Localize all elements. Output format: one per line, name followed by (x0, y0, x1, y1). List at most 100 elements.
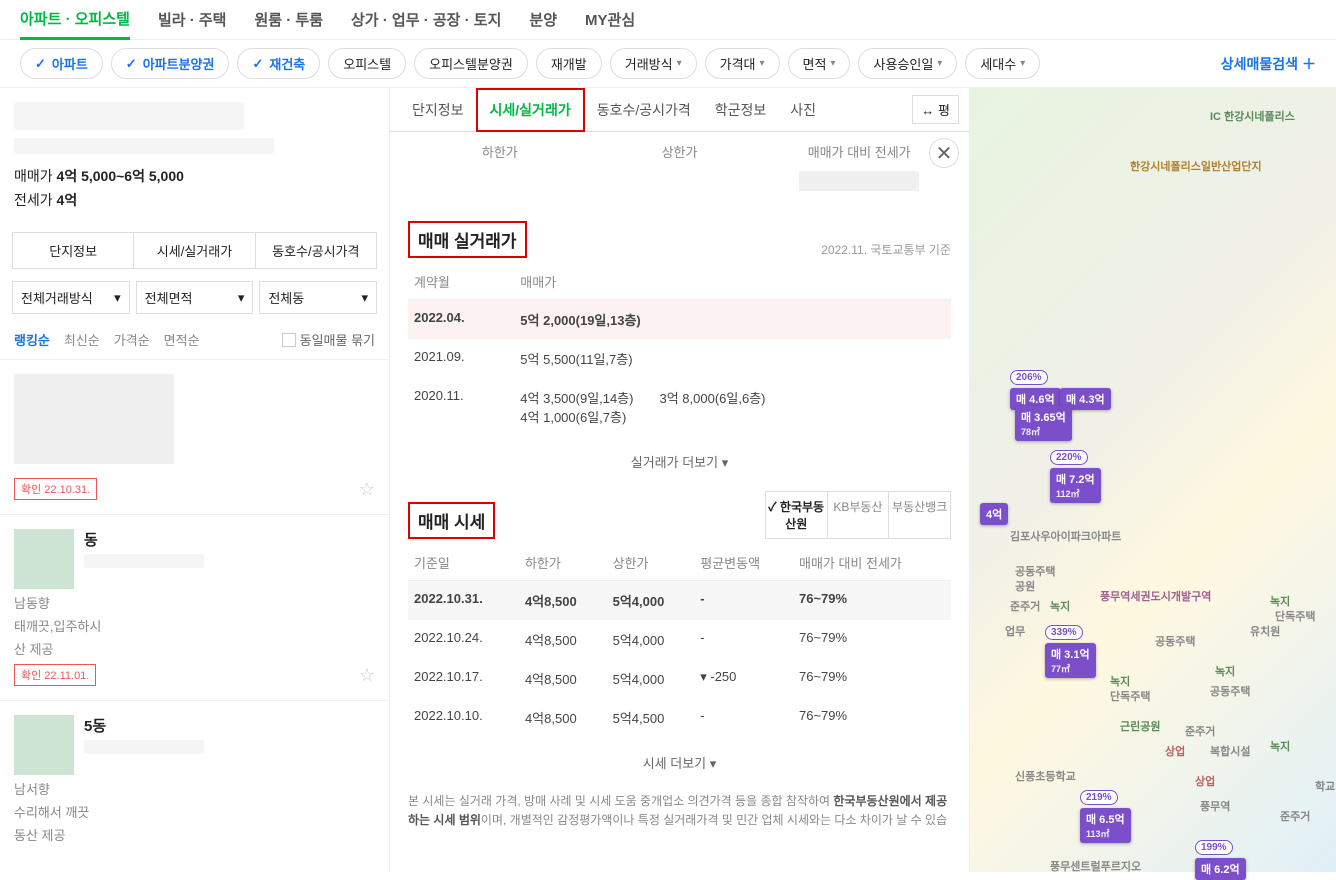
detail-search-button[interactable]: 상세매물검색 ＋ (1221, 54, 1316, 74)
filter-dealtype[interactable]: 거래방식▾ (610, 48, 697, 79)
map-panel[interactable]: 206%매 4.6억매 4.3억매 3.65억78㎡220%매 7.2억112㎡… (970, 88, 1336, 872)
select-area[interactable]: 전체면적▾ (136, 281, 254, 314)
table-row: 2022.10.24.4억8,5005억4,000-76~79% (408, 620, 951, 659)
listing-item[interactable]: 동 남동향 태깨끗,입주하시 산 제공 확인 22.11.01. ☆ (0, 514, 389, 700)
chevron-down-icon: ▾ (722, 455, 729, 470)
map-area-label: 공원 (1015, 578, 1035, 594)
filter-apt-presale[interactable]: 아파트분양권 (111, 48, 230, 79)
map-area-label: 공동주택 (1155, 633, 1195, 649)
listing-item[interactable]: 5동 남서향 수리해서 깨끗 동산 제공 (0, 700, 389, 858)
real-more-button[interactable]: 실거래가 더보기 ▾ (390, 442, 969, 481)
sise-more-button[interactable]: 시세 더보기 ▾ (390, 743, 969, 782)
ctab-dongho[interactable]: 동호수/공시가격 (585, 88, 703, 132)
ctab-school[interactable]: 학군정보 (703, 88, 779, 132)
price-change-badge: 219% (1080, 790, 1118, 805)
map-price-marker[interactable]: 4억 (980, 503, 1008, 525)
listing-desc: 수리해서 깨끗 (14, 802, 375, 821)
left-tabs: 단지정보 시세/실거래가 동호수/공시가격 (12, 232, 377, 269)
nav-oneroom[interactable]: 원룸 · 투룸 (254, 1, 323, 38)
left-tab-sise[interactable]: 시세/실거래가 (134, 233, 255, 268)
map-area-label: 복합시설 (1210, 743, 1250, 759)
pyeong-toggle[interactable]: ↔ 평 (912, 95, 959, 124)
table-row: 2022.10.10.4억8,5005억4,500-76~79% (408, 698, 951, 737)
filter-officetel-presale[interactable]: 오피스텔분양권 (414, 48, 528, 79)
nav-apt-officetel[interactable]: 아파트 · 오피스텔 (20, 0, 130, 40)
chevron-down-icon: ▾ (238, 290, 245, 306)
close-panel-button[interactable]: ✕ (929, 138, 959, 168)
map-price-marker[interactable]: 매 3.65억78㎡ (1015, 406, 1072, 441)
filter-households[interactable]: 세대수▾ (965, 48, 1040, 79)
plus-icon: ＋ (1302, 54, 1316, 74)
map-area-label: 녹지 (1110, 673, 1130, 689)
left-tab-dongho[interactable]: 동호수/공시가격 (256, 233, 376, 268)
filter-bar: 아파트 아파트분양권 재건축 오피스텔 오피스텔분양권 재개발 거래방식▾ 가격… (0, 40, 1336, 88)
map-area-label: 단독주택 (1110, 688, 1150, 704)
favorite-star-icon[interactable]: ☆ (359, 665, 375, 686)
map-area-label: 준주거 (1010, 598, 1040, 614)
listing-thumb (14, 529, 74, 589)
map-area-label: 녹지 (1270, 593, 1290, 609)
map-price-marker[interactable]: 매 7.2억112㎡ (1050, 468, 1101, 503)
filter-approval[interactable]: 사용승인일▾ (858, 48, 957, 79)
left-tab-info[interactable]: 단지정보 (13, 233, 134, 268)
ctab-sise[interactable]: 시세/실거래가 (476, 88, 585, 132)
map-area-label: 준주거 (1280, 808, 1310, 824)
filter-price[interactable]: 가격대▾ (705, 48, 780, 79)
chevron-down-icon: ▾ (361, 290, 368, 306)
detail-panel: 단지정보 시세/실거래가 동호수/공시가격 학군정보 사진 ↔ 평 ✕ 하한가 … (390, 88, 970, 872)
map-area-label: 풍무역 (1200, 798, 1230, 814)
table-row: 2021.09.5억 5,500(11일,7층) (408, 339, 951, 378)
table-row: 2022.04.5억 2,000(19일,13층) (408, 300, 951, 340)
listing-item[interactable]: 확인 22.10.31. ☆ (0, 359, 389, 514)
chevron-down-icon: ▾ (710, 756, 717, 771)
section-sise-title: 매매 시세 (408, 502, 495, 539)
section-real-source: 2022.11. 국토교통부 기준 (821, 241, 951, 258)
sort-area[interactable]: 면적순 (164, 330, 200, 349)
filter-officetel[interactable]: 오피스텔 (328, 48, 406, 79)
price-change-badge: 220% (1050, 450, 1088, 465)
map-area-label: 풍무역세권도시개발구역 (1100, 588, 1211, 604)
map-area-label: 업무 (1005, 623, 1025, 639)
chevron-down-icon: ▾ (1020, 58, 1025, 69)
provider-kb[interactable]: KB부동산 (828, 492, 890, 538)
nav-myinterest[interactable]: MY관심 (585, 1, 635, 38)
map-area-label: 한강시네폴리스일반산업단지 (1130, 158, 1262, 174)
nav-commercial[interactable]: 상가 · 업무 · 공장 · 토지 (351, 1, 501, 38)
sort-ranking[interactable]: 랭킹순 (14, 330, 50, 349)
verified-date-badge: 확인 22.10.31. (14, 478, 97, 500)
complex-sub-placeholder (14, 138, 274, 154)
map-price-marker[interactable]: 매 3.1억77㎡ (1045, 643, 1096, 678)
chevron-down-icon: ▾ (937, 58, 942, 69)
map-price-marker[interactable]: 매 6.2억 (1195, 858, 1246, 880)
map-area-label: 단독주택 (1275, 608, 1315, 624)
sort-price[interactable]: 가격순 (114, 330, 150, 349)
select-dong[interactable]: 전체동▾ (259, 281, 377, 314)
filter-rebuild[interactable]: 재건축 (237, 48, 320, 79)
table-row: 2022.10.17.4억8,5005억4,000▾ -25076~79% (408, 659, 951, 698)
summary-low-label: 하한가 (482, 145, 518, 160)
price-change-badge: 206% (1010, 370, 1048, 385)
nav-villa[interactable]: 빌라 · 주택 (158, 1, 227, 38)
provider-bank[interactable]: 부동산뱅크 (889, 492, 950, 538)
sort-newest[interactable]: 최신순 (64, 330, 100, 349)
favorite-star-icon[interactable]: ☆ (359, 479, 375, 500)
sise-table: 기준일하한가상한가평균변동액매매가 대비 전세가 2022.10.31.4억8,… (408, 545, 951, 737)
provider-kreb[interactable]: 한국부동산원 (766, 492, 828, 538)
map-area-label: IC 한강시네폴리스 (1210, 108, 1295, 124)
map-area-label: 학교 (1315, 778, 1335, 794)
nav-presale[interactable]: 분양 (529, 1, 557, 38)
select-dealtype[interactable]: 전체거래방식▾ (12, 281, 130, 314)
filter-apt[interactable]: 아파트 (20, 48, 103, 79)
ctab-photo[interactable]: 사진 (778, 88, 828, 132)
map-price-marker[interactable]: 매 6.5억113㎡ (1080, 808, 1131, 843)
filter-area[interactable]: 면적▾ (788, 48, 851, 79)
listing-dong: 5동 (84, 715, 204, 736)
group-same-toggle[interactable]: 동일매물 묶기 (282, 330, 375, 349)
ctab-info[interactable]: 단지정보 (400, 88, 476, 132)
summary-ratio-label: 매매가 대비 전세가 (808, 145, 911, 160)
table-row: 2020.11.4억 3,500(9일,14층) 3억 8,000(6일,6층)… (408, 378, 951, 436)
section-real-title: 매매 실거래가 (408, 221, 527, 258)
listing-direction: 남동향 (14, 593, 375, 612)
filter-redev[interactable]: 재개발 (536, 48, 602, 79)
price-change-badge: 339% (1045, 625, 1083, 640)
